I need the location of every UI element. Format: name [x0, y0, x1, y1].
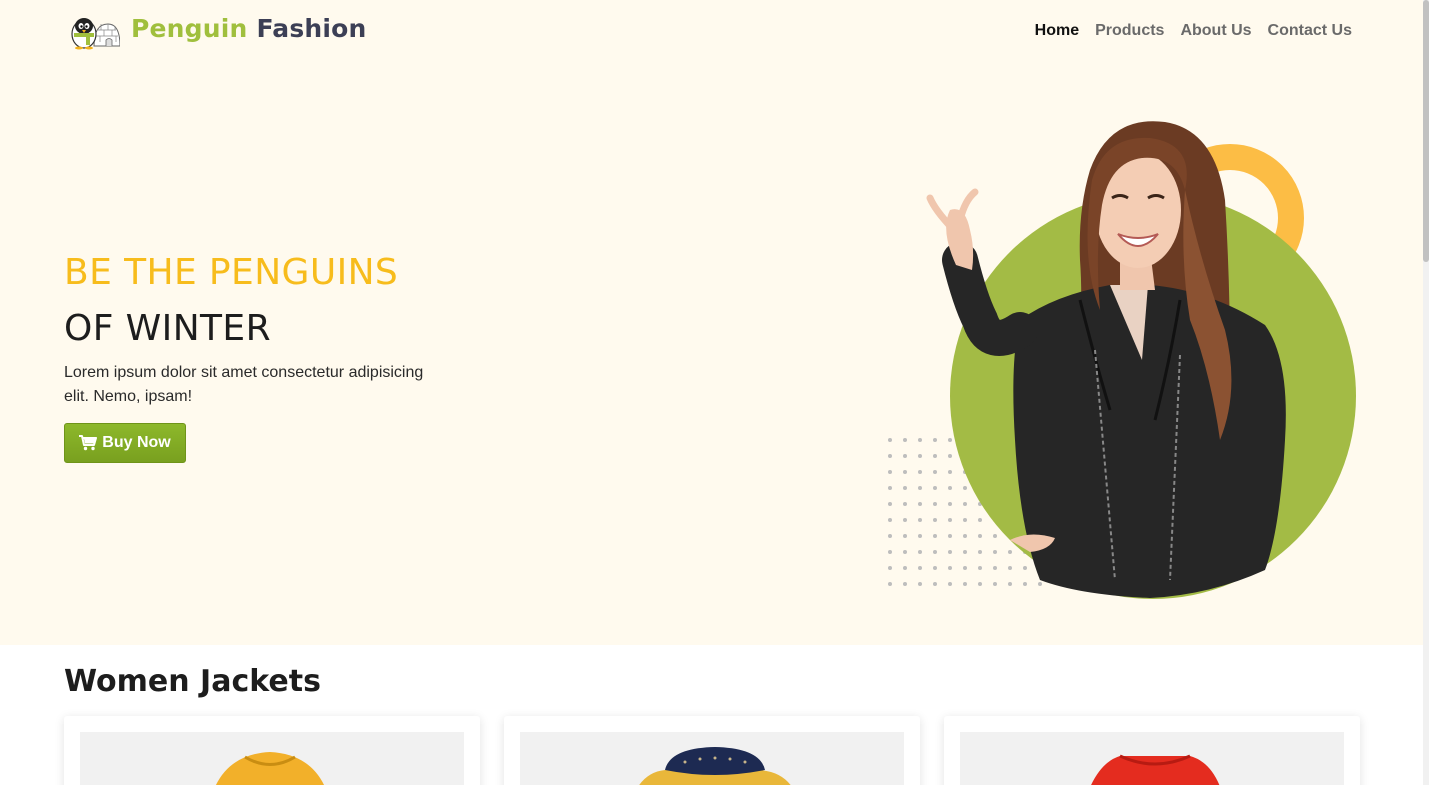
- main-nav: Home Products About Us Contact Us: [1035, 22, 1352, 40]
- hero-heading-highlight: BE THE PENGUINS: [64, 252, 399, 293]
- scrollbar-thumb[interactable]: [1423, 0, 1429, 262]
- penguin-logo-icon[interactable]: [64, 10, 120, 50]
- product-card[interactable]: [944, 716, 1360, 785]
- navy-yellow-jacket-image: [639, 747, 791, 785]
- product-card[interactable]: [64, 716, 480, 785]
- nav-link-products[interactable]: Products: [1095, 22, 1164, 40]
- nav-link-contact-us[interactable]: Contact Us: [1268, 22, 1352, 40]
- red-jacket-image: [1091, 754, 1220, 785]
- hero-heading-main: OF WINTER: [64, 308, 271, 349]
- page: Penguin Fashion Home Products About Us C…: [0, 0, 1429, 785]
- brand-name-part2: Fashion: [256, 14, 367, 43]
- product-image: [960, 732, 1344, 785]
- section-title: Women Jackets: [64, 664, 321, 699]
- buy-now-label: Buy Now: [102, 434, 171, 451]
- product-card[interactable]: [504, 716, 920, 785]
- nav-link-home[interactable]: Home: [1035, 22, 1079, 40]
- nav-link-about-us[interactable]: About Us: [1180, 22, 1251, 40]
- shopping-cart-icon: [79, 435, 98, 451]
- page-scrollbar[interactable]: [1423, 0, 1429, 785]
- yellow-jacket-image: [216, 752, 324, 785]
- product-image: [520, 732, 904, 785]
- brand-name[interactable]: Penguin Fashion: [131, 14, 367, 43]
- hero-description: Lorem ipsum dolor sit amet consectetur a…: [64, 364, 424, 405]
- hero-model-image: [888, 121, 1356, 599]
- buy-now-button[interactable]: Buy Now: [64, 423, 186, 463]
- brand-name-part1: Penguin: [131, 14, 248, 43]
- product-image: [80, 732, 464, 785]
